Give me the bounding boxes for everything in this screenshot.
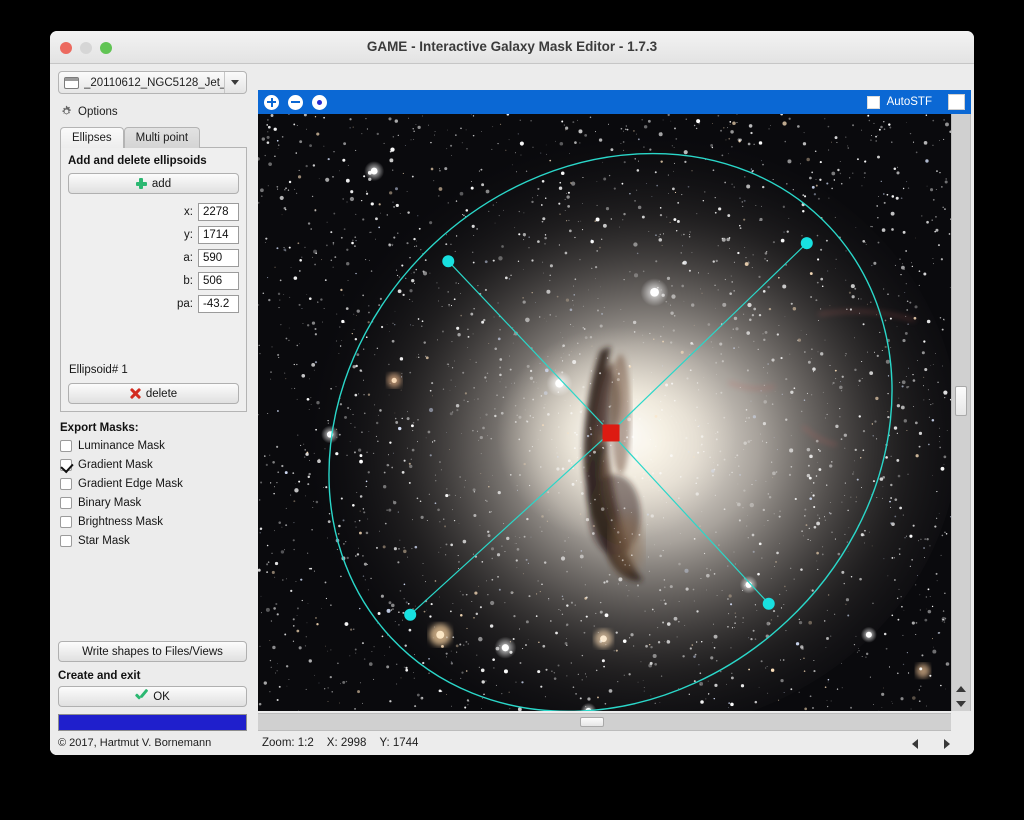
options-label: Options — [78, 105, 118, 118]
field-a-label: a: — [183, 252, 193, 264]
tab-multi-point[interactable]: Multi point — [123, 127, 201, 148]
field-b-input[interactable]: 506 — [198, 272, 239, 290]
image-window-icon — [64, 76, 79, 89]
sidebar-footer: Write shapes to Files/Views Create and e… — [58, 641, 247, 749]
window-body: _20110612_NGC5128_Jet_do Options Ellipse… — [50, 64, 974, 755]
window-title: GAME - Interactive Galaxy Mask Editor - … — [366, 39, 658, 54]
checkbox-binary-mask-box[interactable] — [60, 497, 72, 509]
checkbox-star-mask-box[interactable] — [60, 535, 72, 547]
checkbox-gradient-mask[interactable]: Gradient Mask — [60, 457, 247, 473]
status-y: Y: 1744 — [379, 737, 419, 749]
delete-button-label: delete — [145, 387, 178, 400]
checkbox-luminance-mask-label: Luminance Mask — [78, 440, 165, 452]
field-x-input[interactable]: 2278 — [198, 203, 239, 221]
app-window: GAME - Interactive Galaxy Mask Editor - … — [50, 31, 974, 755]
title-bar: GAME - Interactive Galaxy Mask Editor - … — [50, 31, 974, 64]
checkbox-gradient-edge-mask[interactable]: Gradient Edge Mask — [60, 476, 247, 492]
status-zoom: Zoom: 1:2 — [262, 737, 314, 749]
file-selector-dropdown[interactable] — [224, 72, 244, 93]
field-x: x: 2278 — [68, 203, 239, 221]
field-y: y: 1714 — [68, 226, 239, 244]
x-mark-icon — [130, 388, 141, 399]
ok-button[interactable]: OK — [58, 686, 247, 707]
toolbar-extra-button[interactable] — [948, 94, 965, 110]
options-button[interactable]: Options — [60, 105, 247, 118]
field-b-label: b: — [183, 275, 193, 287]
checkbox-star-mask-label: Star Mask — [78, 535, 130, 547]
checkbox-brightness-mask-label: Brightness Mask — [78, 516, 164, 528]
scroll-down-button[interactable] — [952, 697, 970, 711]
checkbox-brightness-mask-box[interactable] — [60, 516, 72, 528]
screen: GAME - Interactive Galaxy Mask Editor - … — [0, 0, 1024, 820]
horizontal-scroll-thumb[interactable] — [580, 717, 604, 727]
sidebar: _20110612_NGC5128_Jet_do Options Ellipse… — [50, 64, 255, 755]
autostf-checkbox[interactable] — [866, 95, 880, 109]
zoom-fit-icon[interactable] — [312, 94, 327, 110]
viewer-toolbar: AutoSTF — [258, 90, 971, 114]
zoom-out-icon[interactable] — [288, 94, 303, 110]
ellipsoid-id-label: Ellipsoid# 1 — [69, 364, 128, 376]
triangle-down-icon — [956, 701, 966, 707]
image-canvas[interactable] — [258, 114, 951, 711]
checkbox-gradient-mask-label: Gradient Mask — [78, 459, 153, 471]
write-shapes-button[interactable]: Write shapes to Files/Views — [58, 641, 247, 662]
zoom-in-icon[interactable] — [264, 94, 279, 110]
add-button-label: add — [151, 177, 172, 190]
field-pa-input[interactable]: -43.2 — [198, 295, 239, 313]
field-pa-label: pa: — [177, 298, 193, 310]
add-ellipsoid-button[interactable]: add — [68, 173, 239, 194]
progress-bar — [58, 714, 247, 731]
field-a: a: 590 — [68, 249, 239, 267]
ok-button-label: OK — [153, 690, 170, 703]
scroll-up-button[interactable] — [952, 682, 970, 696]
status-bar: Zoom: 1:2 X: 2998 Y: 1744 — [258, 733, 971, 753]
delete-ellipsoid-button[interactable]: delete — [68, 383, 239, 404]
field-y-label: y: — [184, 229, 193, 241]
field-x-label: x: — [184, 206, 193, 218]
checkbox-binary-mask-label: Binary Mask — [78, 497, 142, 509]
tab-bar: Ellipses Multi point — [60, 127, 247, 148]
vertical-scrollbar[interactable] — [951, 114, 971, 711]
export-masks-title: Export Masks: — [60, 422, 139, 434]
checkbox-luminance-mask[interactable]: Luminance Mask — [60, 438, 247, 454]
copyright-label: © 2017, Hartmut V. Bornemann — [58, 737, 212, 749]
file-selector[interactable]: _20110612_NGC5128_Jet_do — [58, 71, 247, 94]
chevron-down-icon — [230, 80, 239, 85]
horizontal-scrollbar[interactable] — [258, 713, 951, 731]
field-y-input[interactable]: 1714 — [198, 226, 239, 244]
checkbox-brightness-mask[interactable]: Brightness Mask — [60, 514, 247, 530]
checkbox-star-mask[interactable]: Star Mask — [60, 533, 247, 549]
checkbox-binary-mask[interactable]: Binary Mask — [60, 495, 247, 511]
checkbox-gradient-mask-box[interactable] — [60, 459, 72, 471]
checkbox-gradient-edge-mask-label: Gradient Edge Mask — [78, 478, 183, 490]
autostf-toggle[interactable]: AutoSTF — [866, 95, 932, 109]
galaxy-image — [258, 114, 951, 711]
image-pane: AutoSTF Zoom: 1:2 X: 2998 Y: 1744 — [255, 64, 974, 755]
tab-ellipses[interactable]: Ellipses — [60, 127, 124, 148]
checkbox-luminance-mask-box[interactable] — [60, 440, 72, 452]
field-a-input[interactable]: 590 — [198, 249, 239, 267]
delete-ellipsoid-wrap: delete — [68, 383, 239, 404]
plus-icon — [135, 178, 147, 189]
ellipses-panel: Add and delete ellipsoids add x: 2278 y:… — [60, 147, 247, 412]
gear-icon — [62, 105, 71, 115]
triangle-up-icon — [956, 686, 966, 692]
field-pa: pa: -43.2 — [68, 295, 239, 313]
vertical-scroll-thumb[interactable] — [955, 386, 967, 416]
status-x: X: 2998 — [326, 737, 367, 749]
file-selector-value: _20110612_NGC5128_Jet_do — [84, 76, 224, 89]
field-b: b: 506 — [68, 272, 239, 290]
panel-title: Add and delete ellipsoids — [68, 155, 207, 167]
checkbox-gradient-edge-mask-box[interactable] — [60, 478, 72, 490]
create-and-exit-label: Create and exit — [58, 670, 141, 682]
check-icon — [135, 691, 148, 702]
autostf-label: AutoSTF — [886, 96, 932, 108]
ellipse-params: x: 2278 y: 1714 a: 590 b: 506 pa: -43.2 — [68, 203, 239, 313]
